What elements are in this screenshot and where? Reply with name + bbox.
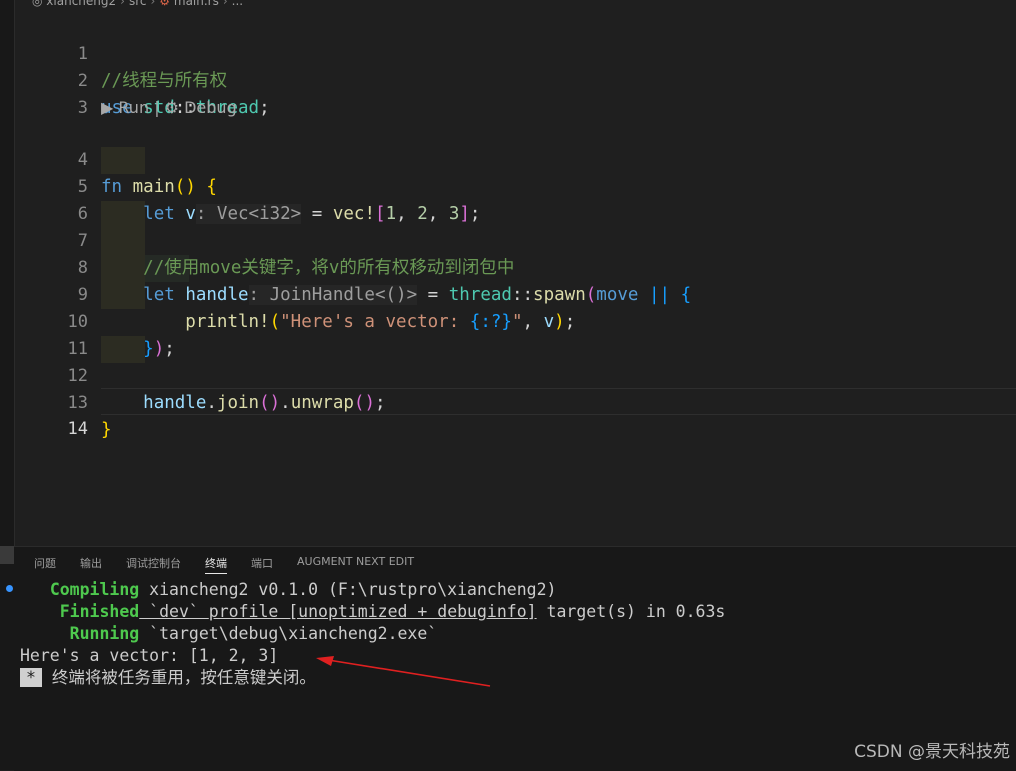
watermark: CSDN @景天科技苑 [854,742,1010,762]
red-arrow-icon [316,656,491,687]
annotation-overlay [316,656,491,687]
